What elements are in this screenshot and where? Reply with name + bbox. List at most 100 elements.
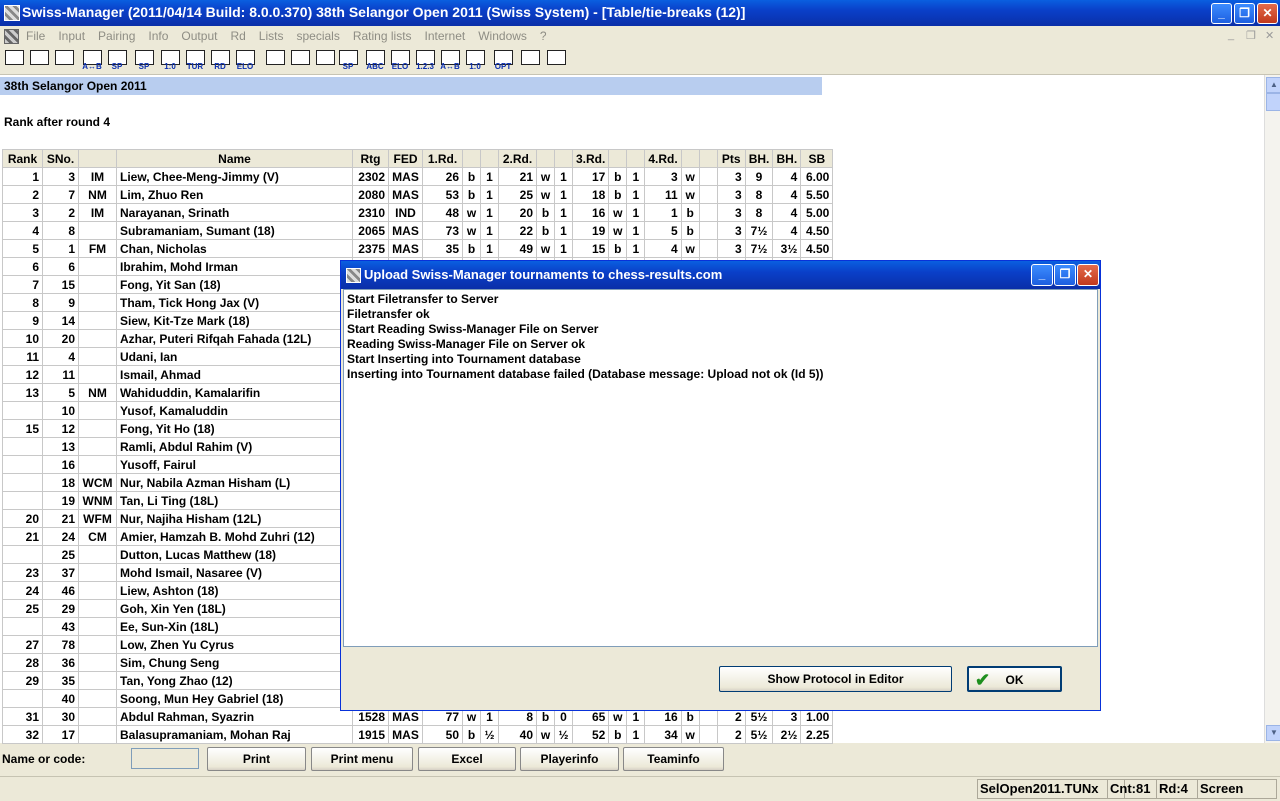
table-cell: w	[680, 185, 700, 204]
menu-item-input[interactable]: Input	[58, 29, 85, 43]
dialog-minimize-button[interactable]: _	[1031, 264, 1053, 286]
ok-button[interactable]: ✔ OK	[967, 666, 1062, 692]
menu-item-internet[interactable]: Internet	[425, 29, 466, 43]
toolbar-button-1[interactable]	[28, 49, 50, 71]
table-cell: MAS	[388, 185, 423, 204]
mdi-minimize-button[interactable]: _	[1228, 29, 1234, 41]
table-cell: 21	[2, 527, 43, 546]
toolbar-button-0[interactable]	[3, 49, 25, 71]
table-cell: 2	[42, 203, 79, 222]
toolbar-button-15[interactable]: ELO	[389, 49, 411, 71]
minimize-button[interactable]: _	[1211, 3, 1232, 24]
table-cell: 25	[42, 545, 79, 564]
table-row[interactable]: 4 8 Subramaniam, Sumant (18) 2065 MAS 73 w 1 22 b…	[2, 221, 834, 240]
name-or-code-input[interactable]	[131, 748, 199, 769]
vertical-scrollbar[interactable]: ▲ ▼	[1264, 75, 1280, 743]
table-cell	[2, 455, 43, 474]
toolbar-button-9[interactable]: ELO	[234, 49, 256, 71]
toolbar-button-19[interactable]: OPT	[492, 49, 514, 71]
scroll-thumb[interactable]	[1266, 93, 1280, 111]
table-cell: 3	[42, 167, 79, 186]
toolbar-button-8[interactable]: RD	[209, 49, 231, 71]
print-menu-button[interactable]: Print menu	[311, 747, 413, 771]
menu-item-lists[interactable]: Lists	[259, 29, 284, 43]
table-row[interactable]: 5 1 FM Chan, Nicholas 2375 MAS 35 b 1 49 w 1 15 b 1 4 w 3…	[2, 239, 834, 258]
table-cell: 18	[571, 185, 610, 204]
mdi-close-button[interactable]: ✕	[1265, 29, 1274, 42]
teaminfo-button[interactable]: Teaminfo	[623, 747, 724, 771]
toolbar-button-17[interactable]: A↔B	[439, 49, 461, 71]
close-button[interactable]: ✕	[1257, 3, 1278, 24]
column-header	[462, 149, 481, 168]
maximize-button[interactable]: ❐	[1234, 3, 1255, 24]
table-cell: 1	[554, 221, 573, 240]
table-cell	[78, 401, 117, 420]
scroll-down-icon[interactable]: ▼	[1266, 725, 1280, 741]
toolbar-button-11[interactable]	[289, 49, 311, 71]
toolbar-button-13[interactable]: SP	[337, 49, 359, 71]
column-header: SNo.	[42, 149, 79, 168]
menu-item-pairing[interactable]: Pairing	[98, 29, 135, 43]
toolbar-button-16[interactable]: 1.2.3	[414, 49, 436, 71]
dialog-close-button[interactable]: ✕	[1077, 264, 1099, 286]
menu-item-specials[interactable]: specials	[296, 29, 339, 43]
toolbar-button-18[interactable]: 1:0	[464, 49, 486, 71]
toolbar-button-7[interactable]: TUR	[184, 49, 206, 71]
table-cell: 22	[498, 221, 537, 240]
toolbar-button-2[interactable]	[53, 49, 75, 71]
log-line: Start Filetransfer to Server	[347, 292, 499, 306]
toolbar-button-5[interactable]: SP	[133, 49, 155, 71]
table-row[interactable]: 2 7 NM Lim, Zhuo Ren 2080 MAS 53 b 1 25 w 1 18 b 1 11 w 3…	[2, 185, 834, 204]
table-cell: w	[680, 239, 700, 258]
menu-item-rd[interactable]: Rd	[230, 29, 245, 43]
table-cell	[78, 221, 117, 240]
toolbar-button-3[interactable]: A↔B	[81, 49, 103, 71]
table-cell: Wahiduddin, Kamalarifin	[116, 383, 353, 402]
toolbar-button-6[interactable]: 1:0	[159, 49, 181, 71]
dialog-maximize-button[interactable]: ❐	[1054, 264, 1076, 286]
table-row[interactable]: 3 2 IM Narayanan, Srinath 2310 IND 48 w 1 20 b 1 16 w…	[2, 203, 834, 222]
document-icon[interactable]	[4, 29, 19, 44]
table-cell: 1	[626, 221, 646, 240]
toolbar-button-14[interactable]: ABC	[364, 49, 386, 71]
toolbar-button-label: ELO	[236, 62, 254, 71]
menu-item-info[interactable]: Info	[148, 29, 168, 43]
print-button[interactable]: Print	[207, 747, 306, 771]
toolbar-button-10[interactable]	[264, 49, 286, 71]
toolbar-button-12[interactable]	[314, 49, 336, 71]
menu-item-rating-lists[interactable]: Rating lists	[353, 29, 412, 43]
table-cell: NM	[78, 185, 117, 204]
table-cell: Abdul Rahman, Syazrin	[116, 707, 353, 726]
table-cell: w	[462, 221, 481, 240]
table-cell: 1	[626, 203, 646, 222]
excel-button[interactable]: Excel	[418, 747, 516, 771]
table-cell: 8	[42, 221, 79, 240]
table-cell: Ismail, Ahmad	[116, 365, 353, 384]
table-cell: 1	[480, 221, 499, 240]
table-cell: Tan, Li Ting (18L)	[116, 491, 353, 510]
table-row[interactable]: 1 3 IM Liew, Chee-Meng-Jimmy (V) 2302 MAS 26 b 1…	[2, 167, 834, 186]
scroll-up-icon[interactable]: ▲	[1266, 77, 1280, 93]
show-protocol-button[interactable]: Show Protocol in Editor	[719, 666, 952, 692]
app-icon[interactable]	[4, 5, 20, 21]
table-cell: Udani, Ian	[116, 347, 353, 366]
table-cell: 1915	[352, 725, 389, 744]
menu-item-file[interactable]: File	[26, 29, 45, 43]
toolbar-button-4[interactable]: SP	[106, 49, 128, 71]
table-cell: b	[462, 725, 481, 744]
mdi-restore-button[interactable]: ❐	[1246, 29, 1256, 42]
table-cell: 52	[571, 725, 610, 744]
menu-item-[interactable]: ?	[540, 29, 547, 43]
table-row[interactable]: 32 17 Balasupramaniam, Mohan Raj 1915 MAS 50 b…	[2, 725, 834, 744]
playerinfo-button[interactable]: Playerinfo	[520, 747, 619, 771]
toolbar-button-20[interactable]	[519, 49, 541, 71]
menu-item-windows[interactable]: Windows	[478, 29, 527, 43]
toolbar-button-21[interactable]	[545, 49, 567, 71]
table-cell	[78, 581, 117, 600]
table-cell: w	[680, 167, 700, 186]
dialog-title: Upload Swiss-Manager tournaments to ches…	[364, 267, 723, 282]
menu-item-output[interactable]: Output	[181, 29, 217, 43]
table-cell: Yusoff, Fairul	[116, 455, 353, 474]
table-cell	[78, 437, 117, 456]
table-cell	[698, 239, 718, 258]
